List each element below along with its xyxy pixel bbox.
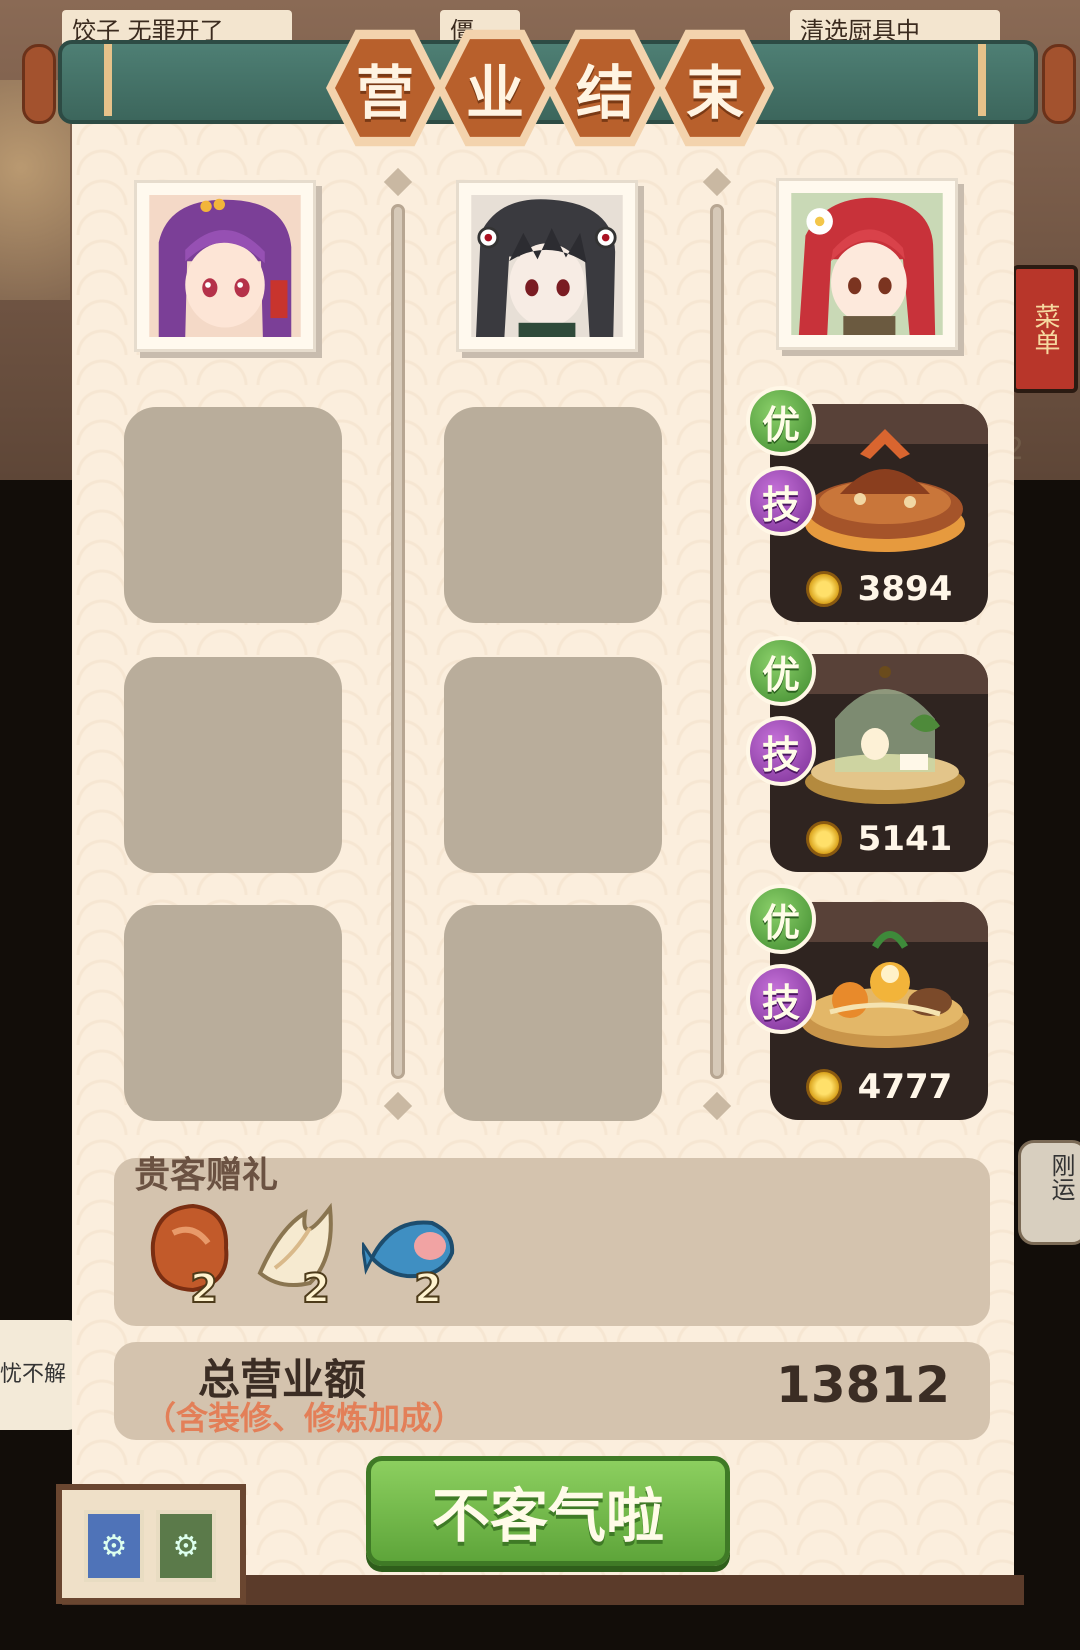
meat-chunk-icon — [150, 1203, 229, 1293]
background-speech-bubble-right: 刚运 — [1018, 1140, 1080, 1245]
seafood-platter-icon — [801, 931, 969, 1048]
gear-icon[interactable]: ⚙ — [84, 1510, 144, 1582]
revenue-bonus-note: （含装修、修炼加成） — [144, 1399, 465, 1437]
title-scroll-cap-right — [1042, 44, 1076, 124]
staff-portrait-1[interactable] — [134, 180, 316, 352]
quality-badge: 优 — [746, 636, 816, 706]
skill-badge: 技 — [746, 716, 816, 786]
column-divider — [391, 204, 405, 1079]
blue-fish-icon — [360, 1220, 455, 1279]
gift-item[interactable]: 2 — [138, 1198, 238, 1313]
dish-revenue: 5141 — [857, 819, 953, 859]
gift-count: 2 — [413, 1265, 443, 1313]
title-char-tile: 结 — [546, 26, 664, 150]
gift-section-title: 贵客赠礼 — [134, 1155, 279, 1196]
total-revenue-value: 13812 — [776, 1356, 950, 1414]
title-bar-pin-left — [104, 44, 112, 116]
quality-badge: 优 — [746, 884, 816, 954]
dish-revenue: 4777 — [857, 1067, 953, 1107]
empty-dish-slot — [444, 657, 662, 873]
dark-haired-chef-icon — [471, 195, 623, 337]
coin-icon — [805, 1069, 842, 1105]
title-scroll-cap-left — [22, 44, 56, 124]
background-speech-bubble-left: 忧不解 — [0, 1320, 80, 1430]
staff-portrait-3[interactable] — [776, 178, 958, 350]
title-char-tile: 业 — [436, 26, 554, 150]
menu-sign[interactable]: 菜单 — [1012, 265, 1078, 393]
dish-revenue: 3894 — [857, 569, 953, 609]
title-char-tile: 营 — [326, 26, 444, 150]
staff-portrait-2[interactable] — [456, 180, 638, 352]
braised-fish-hotpot-icon — [805, 429, 965, 552]
gift-count: 2 — [189, 1265, 219, 1313]
gift-item[interactable]: 2 — [250, 1198, 350, 1313]
gift-item[interactable]: 2 — [360, 1198, 462, 1313]
confirm-button[interactable]: 不客气啦 — [366, 1456, 730, 1566]
skill-badge: 技 — [746, 466, 816, 536]
confirm-button-label: 不客气啦 — [431, 1482, 664, 1550]
gift-count: 2 — [301, 1265, 331, 1313]
quality-badge: 优 — [746, 386, 816, 456]
empty-dish-slot — [124, 657, 342, 873]
red-haired-chef-icon — [791, 193, 943, 335]
title-bar-pin-right — [978, 44, 986, 116]
gear-icon[interactable]: ⚙ — [156, 1510, 216, 1582]
skill-badge: 技 — [746, 964, 816, 1034]
purple-haired-chef-icon — [149, 195, 301, 337]
glass-dome-dessert-icon — [805, 666, 965, 804]
coin-icon — [805, 821, 842, 857]
coin-icon — [805, 571, 842, 607]
column-divider — [710, 204, 724, 1079]
empty-dish-slot — [124, 407, 342, 623]
title-char-tile: 束 — [656, 26, 774, 150]
fin-icon — [257, 1202, 333, 1287]
empty-dish-slot — [444, 407, 662, 623]
empty-dish-slot — [444, 905, 662, 1121]
empty-dish-slot — [124, 905, 342, 1121]
